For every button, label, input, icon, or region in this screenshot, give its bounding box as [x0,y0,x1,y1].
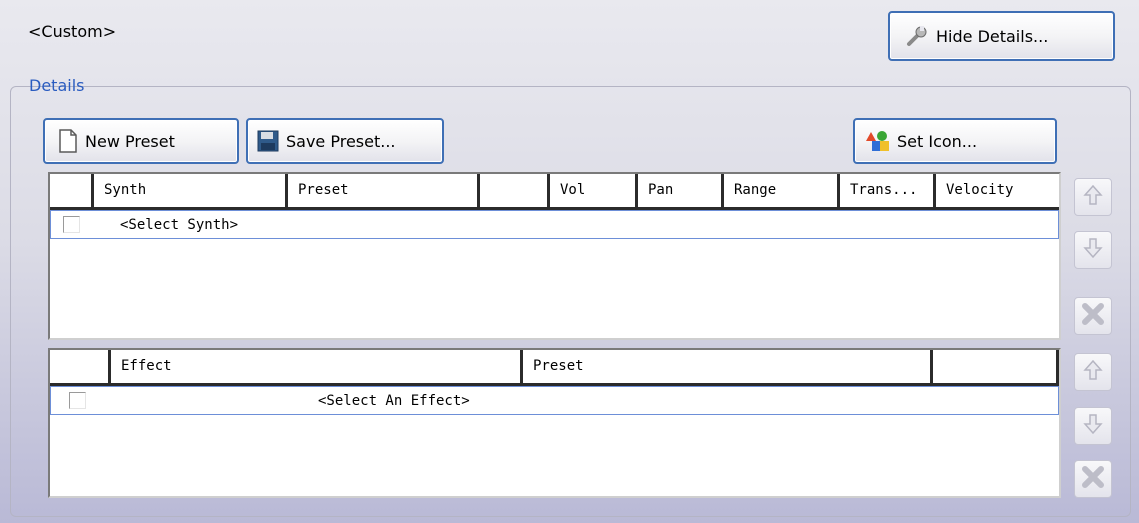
effect-table: Effect Preset <Select An Effect> [48,348,1061,498]
effect-move-down-button[interactable] [1074,407,1112,445]
set-icon-label: Set Icon... [897,131,978,151]
set-icon-button[interactable]: Set Icon... [853,118,1057,164]
synth-row[interactable]: <Select Synth> [50,210,1059,239]
arrow-down-icon [1083,413,1103,439]
column-header-effect[interactable]: Effect [111,350,523,386]
synth-table: Synth Preset Vol Pan Range Trans... Velo… [48,172,1061,340]
effect-move-up-button[interactable] [1074,353,1112,391]
x-icon [1081,465,1105,493]
synth-row-checkbox[interactable] [63,216,80,233]
column-header-preset[interactable]: Preset [288,174,480,210]
save-preset-label: Save Preset... [286,131,396,151]
column-header-vol[interactable]: Vol [550,174,638,210]
document-icon [57,128,79,154]
effect-row-checkbox[interactable] [69,392,86,409]
column-header-blank[interactable] [933,350,1059,386]
preset-name-label: <Custom> [28,22,117,41]
effect-row[interactable]: <Select An Effect> [50,386,1059,415]
column-header-blank[interactable] [480,174,550,210]
arrow-down-icon [1083,237,1103,263]
column-header-transpose[interactable]: Trans... [840,174,936,210]
x-icon [1081,302,1105,330]
new-preset-button[interactable]: New Preset [43,118,239,164]
synth-move-down-button[interactable] [1074,231,1112,269]
save-preset-button[interactable]: Save Preset... [246,118,444,164]
column-header-preset[interactable]: Preset [523,350,933,386]
new-preset-label: New Preset [85,131,175,151]
synth-move-up-button[interactable] [1074,178,1112,216]
wrench-icon [904,23,930,49]
column-header-synth[interactable]: Synth [94,174,288,210]
column-header-pan[interactable]: Pan [638,174,724,210]
effect-delete-button[interactable] [1074,460,1112,498]
column-header-checkbox[interactable] [50,174,94,210]
synth-row-name[interactable]: <Select Synth> [120,217,238,233]
synth-table-header: Synth Preset Vol Pan Range Trans... Velo… [50,174,1059,210]
column-header-range[interactable]: Range [724,174,840,210]
column-header-velocity[interactable]: Velocity [936,174,1059,210]
effect-table-header: Effect Preset [50,350,1059,386]
hide-details-label: Hide Details... [936,26,1049,46]
effect-row-name[interactable]: <Select An Effect> [318,393,470,409]
shapes-icon [865,129,891,153]
details-group-label: Details [29,76,85,95]
hide-details-button[interactable]: Hide Details... [888,11,1115,61]
arrow-up-icon [1083,359,1103,385]
arrow-up-icon [1083,184,1103,210]
synth-delete-button[interactable] [1074,297,1112,335]
column-header-checkbox[interactable] [50,350,111,386]
floppy-disk-icon [256,129,280,153]
